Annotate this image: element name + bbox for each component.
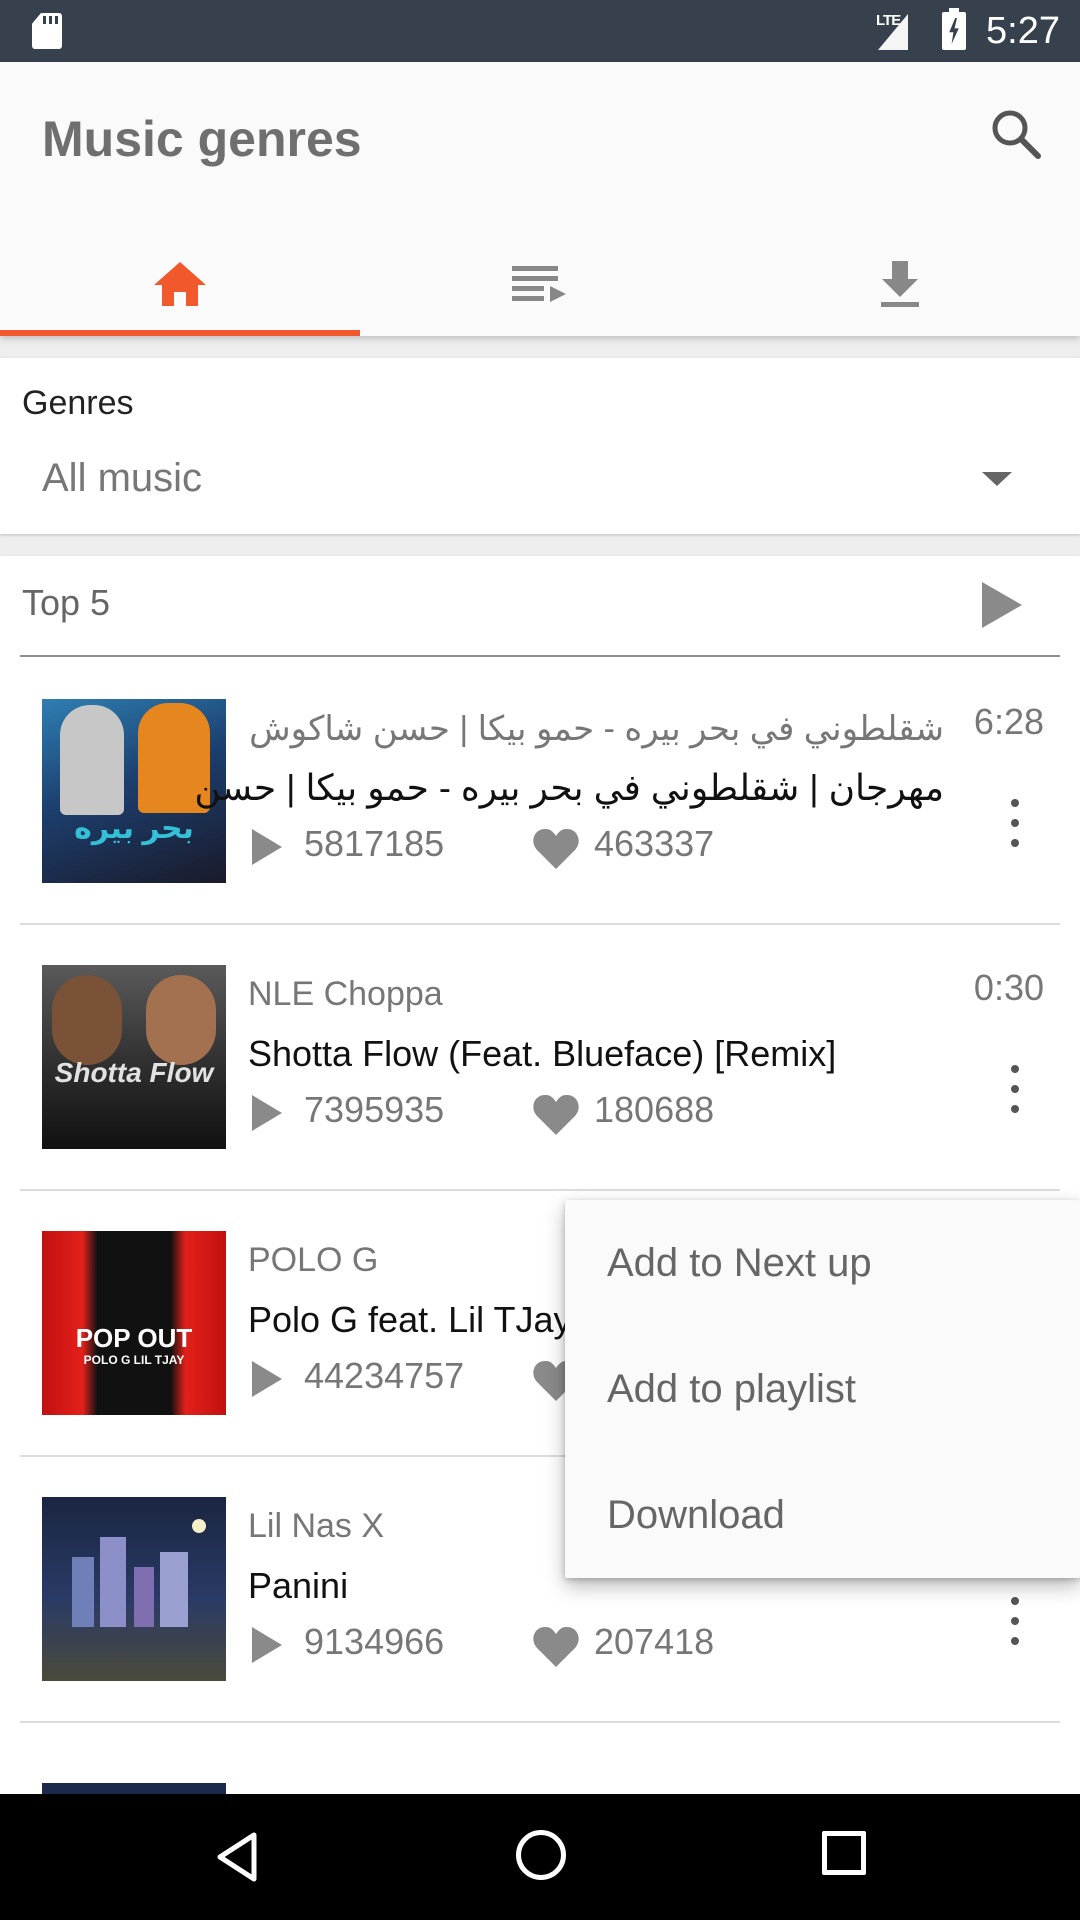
heart-icon (533, 828, 579, 869)
genre-filter-card: Genres All music (0, 358, 1080, 534)
tab-downloads[interactable] (720, 232, 1080, 336)
menu-item-add-to-playlist[interactable]: Add to playlist (565, 1326, 1080, 1452)
network-type-label: LTE (876, 12, 901, 29)
genre-selected-value: All music (42, 456, 203, 500)
status-time: 5:27 (986, 10, 1060, 52)
recents-icon[interactable] (822, 1831, 866, 1875)
dropdown-arrow-icon (982, 472, 1012, 486)
search-button[interactable] (984, 102, 1048, 166)
download-icon (881, 261, 919, 307)
more-options-button[interactable] (1008, 1065, 1020, 1113)
track-artist: POLO G (248, 1241, 379, 1279)
tab-indicator (0, 330, 360, 336)
track-duration: 6:28 (973, 701, 1044, 742)
track-cover: POP OUT POLO G LIL TJAY (42, 1231, 226, 1415)
home-icon (154, 262, 206, 306)
track-cover: Shotta Flow (42, 965, 226, 1149)
tab-home[interactable] (0, 232, 360, 336)
top-list-title: Top 5 (22, 582, 111, 623)
track-title: Shotta Flow (Feat. Blueface) [Remix] (248, 1033, 837, 1074)
track-play-count: 5817185 (304, 823, 445, 864)
search-icon (992, 110, 1041, 159)
status-bar: LTE 5:27 (0, 0, 1080, 62)
play-count-icon (252, 829, 282, 865)
track-play-count: 44234757 (304, 1355, 465, 1396)
app-bar: Music genres (0, 62, 1080, 336)
cover-text: بحر بيره (74, 812, 194, 845)
cover-text: POP OUT (75, 1323, 193, 1353)
track-options-menu: Add to Next up Add to playlist Download (565, 1200, 1080, 1578)
track-title: Panini (248, 1565, 349, 1606)
play-count-icon (252, 1361, 282, 1397)
play-count-icon (252, 1095, 282, 1131)
cover-text: Shotta Flow (54, 1057, 214, 1088)
track-play-count: 9134966 (304, 1621, 445, 1662)
queue-music-icon (512, 266, 566, 302)
more-options-button[interactable] (1008, 1597, 1020, 1645)
play-all-button[interactable] (982, 582, 1022, 628)
home-nav-icon[interactable] (516, 1830, 566, 1880)
genre-label: Genres (22, 384, 134, 422)
track-duration: 0:30 (973, 967, 1044, 1008)
heart-icon (533, 1626, 579, 1667)
tab-queue[interactable] (360, 232, 720, 336)
battery-charging-icon (942, 8, 966, 50)
play-count-icon (252, 1627, 282, 1663)
track-like-count: 463337 (594, 823, 715, 864)
track-title: مهرجان | شقلطوني في بحر بيره - حمو بيكا … (194, 767, 944, 808)
page-title: Music genres (42, 111, 362, 167)
track-row[interactable]: بحر بيره شقلطوني في بحر بيره - حمو بيكا … (20, 659, 1060, 925)
track-play-count: 7395935 (304, 1089, 445, 1130)
menu-item-add-to-next-up[interactable]: Add to Next up (565, 1200, 1080, 1326)
back-icon[interactable] (214, 1831, 260, 1883)
sd-card-icon (32, 13, 62, 49)
track-row[interactable]: Shotta Flow NLE Choppa Shotta Flow (Feat… (20, 925, 1060, 1191)
track-like-count: 207418 (594, 1621, 715, 1662)
track-artist: شقلطوني في بحر بيره - حمو بيكا | حسن شاك… (249, 710, 944, 748)
menu-item-download[interactable]: Download (565, 1452, 1080, 1578)
system-nav-bar (0, 1794, 1080, 1920)
genre-select[interactable]: All music (22, 450, 1058, 516)
track-like-count: 180688 (594, 1089, 715, 1130)
more-options-button[interactable] (1008, 799, 1020, 847)
track-artist: NLE Choppa (248, 975, 443, 1013)
track-title: Polo G feat. Lil TJay (248, 1299, 572, 1340)
track-cover (42, 1497, 226, 1681)
cover-subtext: POLO G LIL TJAY (83, 1353, 185, 1367)
heart-icon (533, 1094, 579, 1135)
track-artist: Lil Nas X (248, 1507, 385, 1545)
top-list-header: Top 5 (20, 556, 1060, 657)
